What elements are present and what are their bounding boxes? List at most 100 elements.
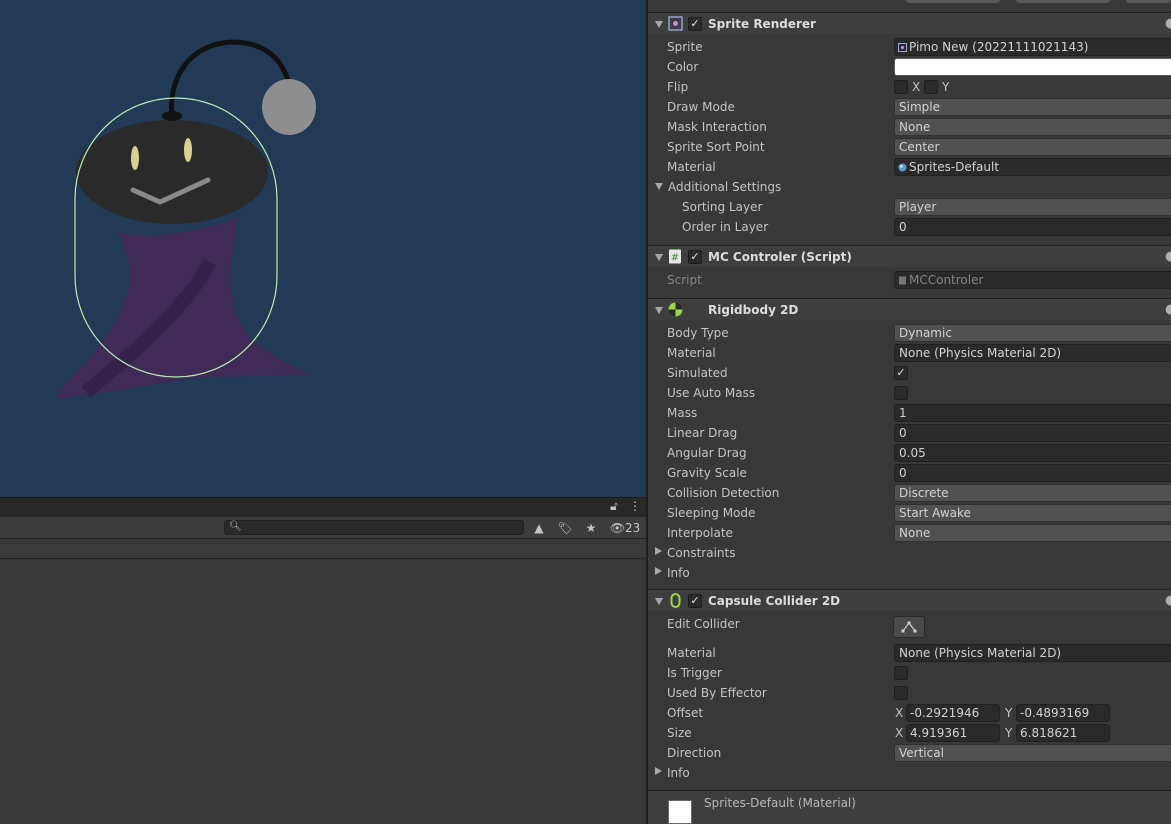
rigidbody-2d-header[interactable]: Rigidbody 2D ● bbox=[648, 298, 1171, 320]
project-breadcrumb-bar bbox=[0, 539, 646, 559]
foldout-arrow-icon[interactable] bbox=[655, 598, 663, 605]
physics-material-field[interactable]: None (Physics Material 2D) bbox=[894, 344, 1171, 362]
script-row: Script MCControler bbox=[648, 270, 1171, 290]
sleeping-mode-row: Sleeping Mode Start Awake bbox=[648, 503, 1171, 523]
mask-interaction-dropdown[interactable]: None bbox=[894, 118, 1171, 136]
lock-icon[interactable]: 🔓︎ bbox=[610, 499, 618, 514]
component-menu-icon[interactable]: ● bbox=[1165, 593, 1171, 608]
draw-mode-dropdown[interactable]: Simple bbox=[894, 98, 1171, 116]
top-button-stub[interactable] bbox=[1126, 0, 1171, 3]
sprite-renderer-enabled-checkbox[interactable]: ✓ bbox=[688, 17, 702, 31]
foldout-arrow-icon[interactable] bbox=[655, 567, 662, 575]
foldout-arrow-icon[interactable] bbox=[655, 21, 663, 28]
sprite-renderer-icon bbox=[668, 16, 683, 31]
mc-controler-enabled-checkbox[interactable]: ✓ bbox=[688, 250, 702, 264]
interpolate-dropdown[interactable]: None bbox=[894, 524, 1171, 542]
mc-controler-header[interactable]: # ✓ MC Controler (Script) ● bbox=[648, 245, 1171, 267]
is-trigger-checkbox[interactable] bbox=[894, 666, 908, 680]
field-label: Collision Detection bbox=[667, 486, 780, 500]
component-title: Capsule Collider 2D bbox=[708, 594, 841, 608]
gravity-scale-input[interactable]: 0 bbox=[894, 464, 1171, 482]
foldout-arrow-icon[interactable] bbox=[655, 254, 663, 261]
capsule-collider-2d-header[interactable]: ✓ Capsule Collider 2D ● bbox=[648, 589, 1171, 611]
is-trigger-row: Is Trigger bbox=[648, 663, 1171, 683]
foldout-arrow-icon[interactable] bbox=[655, 307, 663, 314]
field-label: Script bbox=[667, 273, 702, 287]
material-preview-footer[interactable]: Sprites-Default (Material) bbox=[648, 790, 1171, 824]
edit-collider-row: Edit Collider bbox=[648, 616, 1171, 642]
material-object-field[interactable]: Sprites-Default bbox=[894, 158, 1171, 176]
filter-by-type-icon[interactable]: ▲ bbox=[529, 519, 549, 537]
field-label: Gravity Scale bbox=[667, 466, 747, 480]
field-label: Simulated bbox=[667, 366, 728, 380]
linear-drag-input[interactable]: 0 bbox=[894, 424, 1171, 442]
search-input[interactable]: 🔍︎ bbox=[224, 520, 524, 535]
field-label: Used By Effector bbox=[667, 686, 767, 700]
field-label: Draw Mode bbox=[667, 100, 735, 114]
field-label: Flip bbox=[667, 80, 689, 94]
size-row: Size X 4.919361 Y 6.818621 bbox=[648, 723, 1171, 743]
project-content-area[interactable] bbox=[0, 559, 646, 824]
field-label: Mass bbox=[667, 406, 698, 420]
physics-material-field[interactable]: None (Physics Material 2D) bbox=[894, 644, 1171, 662]
field-label: Info bbox=[667, 766, 690, 780]
cc-info-foldout[interactable]: Info bbox=[648, 763, 1171, 783]
offset-row: Offset X -0.2921946 Y -0.4893169 bbox=[648, 703, 1171, 723]
body-type-dropdown[interactable]: Dynamic bbox=[894, 324, 1171, 342]
simulated-checkbox[interactable]: ✓ bbox=[894, 366, 908, 380]
used-by-effector-row: Used By Effector bbox=[648, 683, 1171, 703]
filter-by-label-icon[interactable]: 🏷︎ bbox=[555, 519, 575, 537]
kebab-menu-icon[interactable]: ⋮ bbox=[629, 499, 641, 513]
scene-view[interactable] bbox=[0, 0, 646, 497]
size-y-input[interactable]: 6.818621 bbox=[1016, 724, 1110, 742]
used-by-effector-checkbox[interactable] bbox=[894, 686, 908, 700]
size-x-input[interactable]: 4.919361 bbox=[906, 724, 1000, 742]
offset-x-input[interactable]: -0.2921946 bbox=[906, 704, 1000, 722]
foldout-arrow-icon[interactable] bbox=[655, 547, 662, 555]
edit-collider-button[interactable] bbox=[893, 616, 925, 638]
constraints-foldout[interactable]: Constraints bbox=[648, 543, 1171, 563]
additional-settings-foldout[interactable]: Additional Settings bbox=[648, 177, 1171, 197]
angular-drag-input[interactable]: 0.05 bbox=[894, 444, 1171, 462]
field-label: Offset bbox=[667, 706, 704, 720]
top-button-stub[interactable] bbox=[906, 0, 1000, 3]
sprite-object-field[interactable]: Pimo New (20221111021143) bbox=[894, 38, 1171, 56]
character-head bbox=[76, 120, 268, 224]
field-label: Material bbox=[667, 346, 716, 360]
mass-input[interactable]: 1 bbox=[894, 404, 1171, 422]
character-eye-right bbox=[184, 138, 192, 162]
hidden-packages-toggle[interactable]: 👁︎23 bbox=[608, 519, 642, 537]
capsule-collider-enabled-checkbox[interactable]: ✓ bbox=[688, 594, 702, 608]
favorites-star-icon[interactable]: ★ bbox=[581, 519, 601, 537]
flip-y-checkbox[interactable] bbox=[924, 80, 938, 94]
foldout-arrow-icon[interactable] bbox=[655, 183, 663, 190]
svg-text:#: # bbox=[671, 253, 679, 264]
sleeping-mode-dropdown[interactable]: Start Awake bbox=[894, 504, 1171, 522]
color-swatch-field[interactable] bbox=[894, 58, 1171, 76]
rb-info-foldout[interactable]: Info bbox=[648, 563, 1171, 583]
field-label: Material bbox=[667, 646, 716, 660]
x-axis-label: X bbox=[895, 706, 904, 720]
flip-x-checkbox[interactable] bbox=[894, 80, 908, 94]
component-menu-icon[interactable]: ● bbox=[1165, 302, 1171, 317]
sprite-sort-point-dropdown[interactable]: Center bbox=[894, 138, 1171, 156]
x-axis-label: X bbox=[895, 726, 904, 740]
body-type-row: Body Type Dynamic bbox=[648, 323, 1171, 343]
top-button-stub[interactable] bbox=[1016, 0, 1110, 3]
sprite-renderer-header[interactable]: ✓ Sprite Renderer ● bbox=[648, 12, 1171, 34]
material-preview-swatch bbox=[668, 800, 692, 824]
component-menu-icon[interactable]: ● bbox=[1165, 249, 1171, 264]
field-label: Mask Interaction bbox=[667, 120, 767, 134]
offset-y-input[interactable]: -0.4893169 bbox=[1016, 704, 1110, 722]
collision-detection-row: Collision Detection Discrete bbox=[648, 483, 1171, 503]
component-menu-icon[interactable]: ● bbox=[1165, 16, 1171, 31]
direction-dropdown[interactable]: Vertical bbox=[894, 744, 1171, 762]
search-icon: 🔍︎ bbox=[229, 521, 242, 532]
sorting-layer-dropdown[interactable]: Player bbox=[894, 198, 1171, 216]
use-auto-mass-checkbox[interactable] bbox=[894, 386, 908, 400]
order-in-layer-input[interactable]: 0 bbox=[894, 218, 1171, 236]
scene-canvas bbox=[58, 39, 316, 398]
foldout-arrow-icon[interactable] bbox=[655, 767, 662, 775]
collision-detection-dropdown[interactable]: Discrete bbox=[894, 484, 1171, 502]
flip-row: Flip X Y bbox=[648, 77, 1171, 97]
